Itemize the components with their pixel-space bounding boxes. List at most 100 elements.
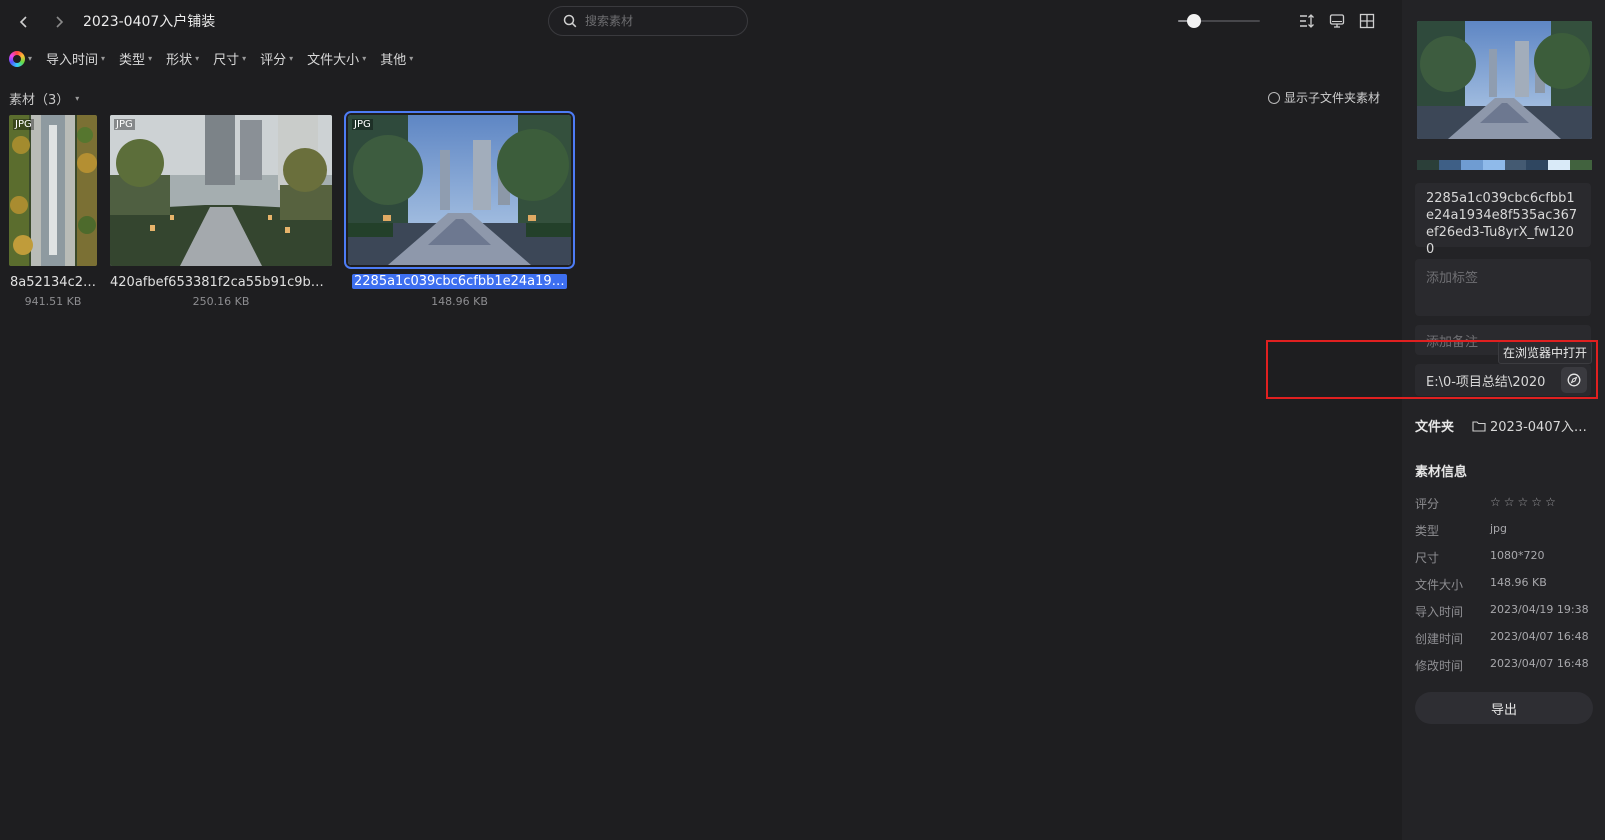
asset-size: 250.16 KB: [192, 295, 250, 308]
modified-value: 2023/04/07 16:48: [1490, 657, 1589, 670]
thumbnail-size-slider[interactable]: [1178, 13, 1260, 29]
filesize-row: 文件大小 148.96 KB: [1415, 576, 1547, 593]
type-row: 类型 jpg: [1415, 522, 1507, 539]
rating-stars[interactable]: ☆ ☆ ☆ ☆ ☆: [1490, 495, 1556, 512]
show-subfolder-toggle[interactable]: 显示子文件夹素材: [1268, 89, 1380, 106]
layout-button[interactable]: [1356, 10, 1378, 32]
asset-size: 148.96 KB: [431, 295, 488, 308]
sort-icon: [1300, 14, 1314, 28]
chevron-down-icon: ▾: [28, 54, 33, 63]
rating-label: 评分: [1415, 497, 1440, 511]
star-icon[interactable]: ☆: [1531, 495, 1542, 512]
import-time-value: 2023/04/19 19:38: [1490, 603, 1589, 616]
star-icon[interactable]: ☆: [1545, 495, 1556, 512]
filter-label: 文件大小: [307, 53, 360, 68]
star-icon[interactable]: ☆: [1490, 495, 1501, 512]
chevron-right-icon: [56, 16, 64, 28]
palette-swatch[interactable]: [1570, 160, 1592, 170]
filter-import-time[interactable]: 导入时间 ▾: [46, 49, 105, 68]
star-icon[interactable]: ☆: [1518, 495, 1529, 512]
filter-label: 评分: [260, 53, 287, 68]
search-box[interactable]: [548, 6, 748, 36]
filename-field[interactable]: 2285a1c039cbc6cfbb1e24a1934e8f535ac367ef…: [1415, 183, 1591, 257]
color-palette: [1417, 160, 1592, 170]
import-time-row: 导入时间 2023/04/19 19:38: [1415, 603, 1589, 620]
preview-mode-button[interactable]: [1326, 10, 1348, 32]
palette-swatch[interactable]: [1526, 160, 1549, 170]
show-subfolder-label: 显示子文件夹素材: [1284, 91, 1381, 105]
palette-swatch[interactable]: [1504, 160, 1527, 170]
modified-label: 修改时间: [1415, 659, 1464, 673]
open-in-browser-tooltip: 在浏览器中打开: [1498, 341, 1593, 364]
back-button[interactable]: [12, 10, 36, 34]
chevron-left-icon: [19, 16, 27, 28]
source-path-field[interactable]: E:\0-项目总结\2020: [1415, 364, 1591, 396]
file-type-badge: JPG: [13, 119, 34, 130]
dimension-row: 尺寸 1080*720: [1415, 549, 1545, 566]
modified-row: 修改时间 2023/04/07 16:48: [1415, 657, 1589, 674]
chevron-down-icon: ▾: [148, 54, 153, 63]
compass-icon: [1567, 373, 1581, 387]
rating-row: 评分 ☆ ☆ ☆ ☆ ☆: [1415, 495, 1556, 512]
filter-other[interactable]: 其他 ▾: [380, 49, 413, 68]
thumbnail-image: [110, 115, 332, 266]
search-icon: [563, 14, 577, 28]
preview-image[interactable]: [1417, 21, 1592, 139]
asset-info-title: 素材信息: [1415, 465, 1468, 480]
chevron-down-icon: ▾: [242, 54, 247, 63]
dimension-value: 1080*720: [1490, 549, 1545, 562]
palette-swatch[interactable]: [1438, 160, 1461, 170]
chevron-down-icon: ▾: [101, 54, 106, 63]
filter-dimension[interactable]: 尺寸 ▾: [213, 49, 246, 68]
open-in-browser-button[interactable]: [1561, 367, 1587, 393]
filesize-label: 文件大小: [1415, 578, 1464, 592]
folder-label: 文件夹: [1415, 420, 1455, 435]
filter-label: 其他: [380, 53, 407, 68]
thumbnail-image: [9, 115, 97, 266]
palette-swatch[interactable]: [1417, 160, 1439, 170]
created-row: 创建时间 2023/04/07 16:48: [1415, 630, 1589, 647]
asset-thumbnail[interactable]: JPG: [344, 111, 575, 269]
filter-bar: ▾ 导入时间 ▾ 类型 ▾ 形状 ▾ 尺寸 ▾ 评分 ▾ 文件大小 ▾ 其他 ▾: [9, 49, 413, 68]
asset-thumbnail[interactable]: JPG: [9, 115, 97, 266]
source-path-text: E:\0-项目总结\2020: [1426, 374, 1546, 390]
palette-swatch[interactable]: [1548, 160, 1571, 170]
import-time-label: 导入时间: [1415, 605, 1464, 619]
folder-title: 2023-0407入户铺装: [83, 14, 216, 30]
type-value: jpg: [1490, 522, 1508, 535]
tags-field[interactable]: 添加标签: [1415, 259, 1591, 316]
chevron-down-icon: ▾: [409, 54, 414, 63]
thumbnail-image: [348, 115, 571, 265]
type-label: 类型: [1415, 524, 1440, 538]
filter-label: 尺寸: [213, 53, 240, 68]
asset-name[interactable]: 2285a1c039cbc6cfbb1e24a1934…: [352, 274, 567, 289]
chevron-down-icon: ▾: [362, 54, 367, 63]
section-header[interactable]: 素材（3） ▾: [9, 89, 79, 108]
filesize-value: 148.96 KB: [1490, 576, 1547, 589]
filter-label: 导入时间: [46, 53, 99, 68]
palette-swatch[interactable]: [1482, 160, 1505, 170]
filter-label: 类型: [119, 53, 146, 68]
sort-button[interactable]: [1296, 10, 1318, 32]
filter-rating[interactable]: 评分 ▾: [260, 49, 293, 68]
folder-name: 2023-0407入…: [1490, 420, 1587, 435]
color-filter[interactable]: ▾: [9, 50, 33, 67]
folder-link[interactable]: 2023-0407入…: [1472, 416, 1587, 435]
export-button[interactable]: 导出: [1415, 692, 1593, 724]
star-icon[interactable]: ☆: [1504, 495, 1515, 512]
filter-shape[interactable]: 形状 ▾: [166, 49, 199, 68]
slider-knob[interactable]: [1187, 14, 1202, 28]
asset-thumbnail[interactable]: JPG: [110, 115, 332, 266]
folder-row: 文件夹 2023-0407入…: [1415, 416, 1587, 435]
filter-filesize[interactable]: 文件大小 ▾: [307, 49, 366, 68]
filter-label: 形状: [166, 53, 193, 68]
created-label: 创建时间: [1415, 632, 1464, 646]
search-input[interactable]: [585, 14, 725, 28]
browser-main-area: 2023-0407入户铺装 ▾ 导入时间▾ 类型▾ 形状▾ 尺寸▾ 评分▾ 文件…: [0, 0, 1402, 840]
palette-swatch[interactable]: [1460, 160, 1483, 170]
grid-layout-icon: [1359, 13, 1375, 29]
filter-type[interactable]: 类型 ▾: [119, 49, 152, 68]
forward-button[interactable]: [47, 10, 71, 34]
created-value: 2023/04/07 16:48: [1490, 630, 1589, 643]
section-title: 素材（3）: [9, 93, 70, 108]
